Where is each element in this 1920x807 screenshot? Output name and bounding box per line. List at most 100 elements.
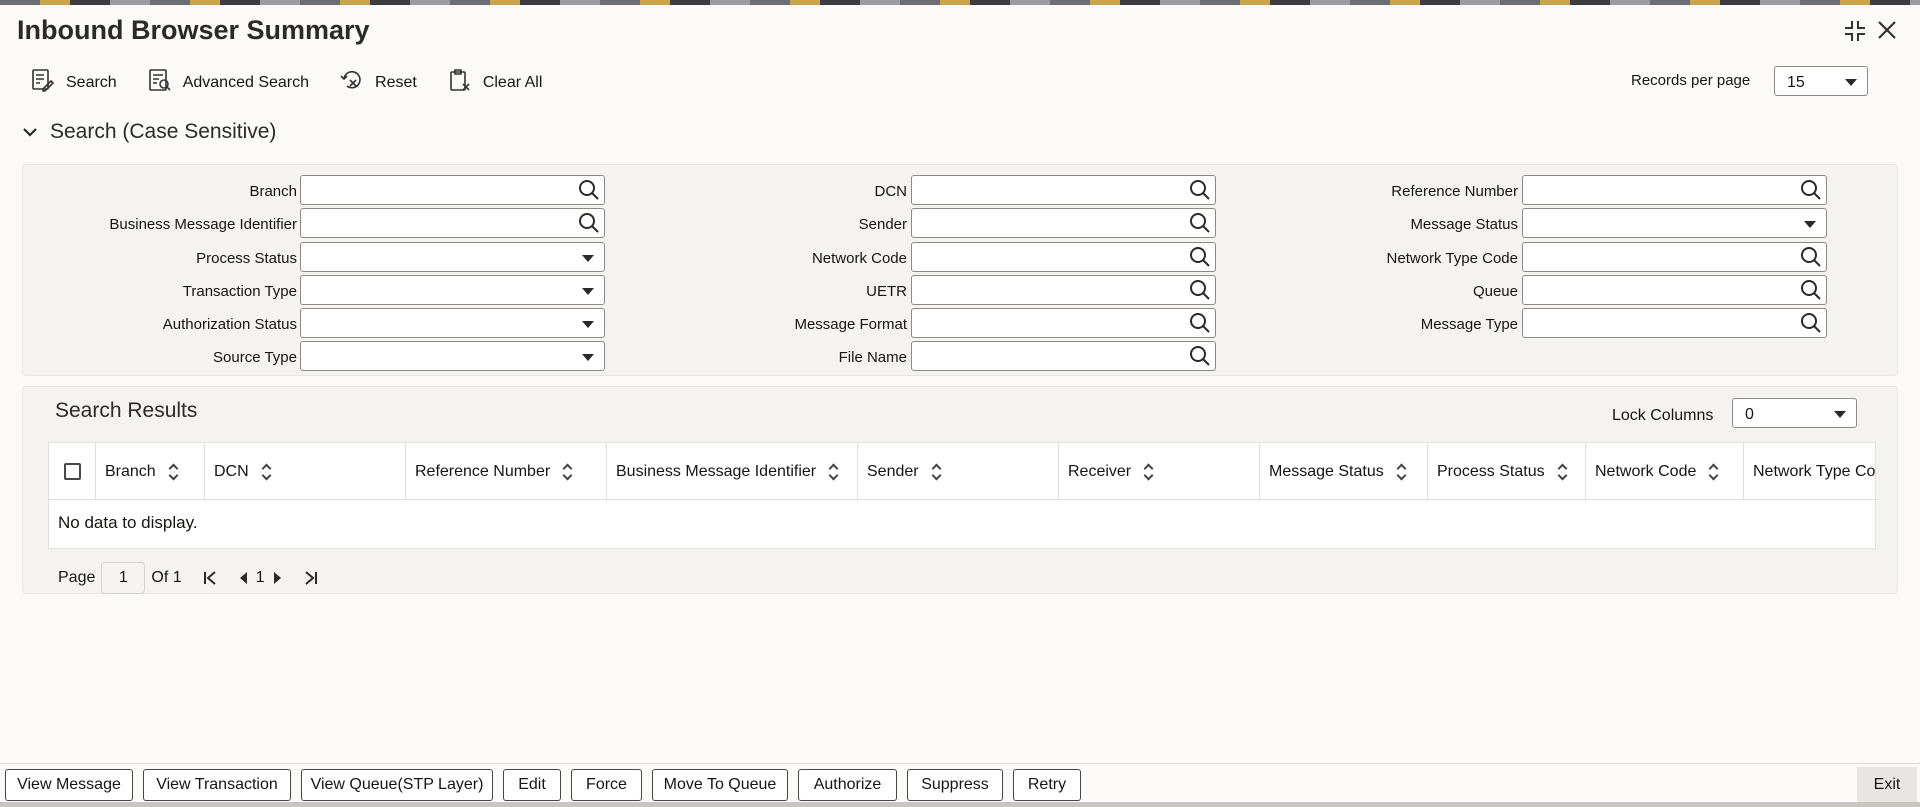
sort-icon[interactable] [1143, 463, 1154, 480]
sort-icon[interactable] [1708, 463, 1719, 480]
move-to-queue-button[interactable]: Move To Queue [652, 769, 788, 801]
sort-icon[interactable] [261, 463, 272, 480]
chevron-down-icon [582, 321, 594, 328]
sort-icon[interactable] [828, 463, 839, 480]
authorize-button[interactable]: Authorize [798, 769, 897, 801]
transaction-type-label: Transaction Type [182, 283, 297, 300]
collapse-icon[interactable] [1843, 19, 1867, 49]
chevron-down-icon [1804, 221, 1816, 228]
clear-all-button[interactable]: Clear All [447, 67, 543, 98]
last-page-icon[interactable] [303, 570, 319, 586]
clear-all-icon [447, 67, 473, 98]
clear-all-label: Clear All [482, 73, 543, 91]
inbound-browser-window: Inbound Browser Summary Search Advanced … [0, 5, 1920, 807]
search-button[interactable]: Search [30, 67, 117, 98]
prev-page-icon[interactable] [238, 571, 250, 585]
authorization-status-label: Authorization Status [162, 316, 297, 333]
page-number-input[interactable]: 1 [101, 562, 146, 594]
message-type-field[interactable] [1522, 308, 1827, 338]
magnifier-icon[interactable] [1800, 179, 1822, 201]
process-status-label: Process Status [196, 250, 297, 267]
search-section-header[interactable]: Search (Case Sensitive) [22, 120, 276, 144]
column-header-dcn[interactable]: DCN [205, 443, 406, 499]
queue-field[interactable] [1522, 275, 1827, 305]
sort-icon[interactable] [1396, 463, 1407, 480]
sort-icon[interactable] [1557, 463, 1568, 480]
message-type-label: Message Type [1420, 316, 1518, 333]
authorization-status-select[interactable] [300, 308, 605, 338]
business-message-identifier-field[interactable] [300, 208, 605, 238]
queue-label: Queue [1472, 283, 1518, 300]
advanced-search-icon [147, 67, 173, 98]
column-header-message-status[interactable]: Message Status [1260, 443, 1428, 499]
records-per-page-select[interactable]: 15 [1774, 66, 1868, 96]
first-page-icon[interactable] [202, 570, 218, 586]
page-title: Inbound Browser Summary [17, 15, 370, 45]
sort-icon[interactable] [931, 463, 942, 480]
close-icon[interactable] [1876, 19, 1898, 47]
magnifier-icon[interactable] [578, 179, 600, 201]
force-button[interactable]: Force [571, 769, 642, 801]
uetr-field[interactable] [911, 275, 1216, 305]
advanced-search-button[interactable]: Advanced Search [147, 67, 309, 98]
business-message-identifier-label: Business Message Identifier [109, 216, 297, 233]
edit-button[interactable]: Edit [503, 769, 561, 801]
network-type-code-label: Network Type Code [1386, 250, 1518, 267]
retry-button[interactable]: Retry [1013, 769, 1081, 801]
column-header-process-status[interactable]: Process Status [1428, 443, 1586, 499]
sender-field[interactable] [911, 208, 1216, 238]
column-header-branch[interactable]: Branch [96, 443, 205, 499]
exit-button[interactable]: Exit [1857, 767, 1917, 803]
page-label: Page [58, 569, 96, 586]
sort-icon[interactable] [168, 463, 179, 480]
search-section-title: Search (Case Sensitive) [50, 120, 277, 143]
dcn-field[interactable] [911, 175, 1216, 205]
records-per-page-label: Records per page [1631, 72, 1751, 89]
column-label: Message Status [1269, 462, 1384, 480]
suppress-button[interactable]: Suppress [907, 769, 1003, 801]
magnifier-icon[interactable] [1189, 345, 1211, 367]
branch-field[interactable] [300, 175, 605, 205]
column-label: Business Message Identifier [616, 462, 817, 480]
magnifier-icon[interactable] [1189, 212, 1211, 234]
sender-label: Sender [858, 216, 907, 233]
magnifier-icon[interactable] [1189, 179, 1211, 201]
message-format-field[interactable] [911, 308, 1216, 338]
column-header-reference-number[interactable]: Reference Number [406, 443, 607, 499]
network-code-label: Network Code [811, 250, 907, 267]
magnifier-icon[interactable] [1800, 312, 1822, 334]
magnifier-icon[interactable] [1800, 279, 1822, 301]
network-type-code-field[interactable] [1522, 242, 1827, 272]
column-header-business-message-identifier[interactable]: Business Message Identifier [607, 443, 858, 499]
magnifier-icon[interactable] [1189, 246, 1211, 268]
process-status-select[interactable] [300, 242, 605, 272]
view-queue-button[interactable]: View Queue(STP Layer) [301, 769, 493, 801]
column-header-network-code[interactable]: Network Code [1586, 443, 1744, 499]
magnifier-icon[interactable] [1800, 246, 1822, 268]
magnifier-icon[interactable] [1189, 279, 1211, 301]
page-of-label: Of 1 [151, 569, 182, 586]
column-label: Sender [867, 462, 919, 480]
column-header-receiver[interactable]: Receiver [1059, 443, 1260, 499]
toolbar: Search Advanced Search Reset Clear All [30, 67, 542, 98]
column-header-sender[interactable]: Sender [858, 443, 1059, 499]
reset-button[interactable]: Reset [339, 67, 417, 98]
magnifier-icon[interactable] [578, 212, 600, 234]
next-page-icon[interactable] [271, 571, 283, 585]
lock-columns-select[interactable]: 0 [1732, 398, 1857, 428]
sort-icon[interactable] [562, 463, 573, 480]
view-message-button[interactable]: View Message [5, 769, 133, 801]
search-results-title: Search Results [55, 399, 198, 422]
select-all-checkbox[interactable] [63, 463, 81, 480]
results-table-header: Branch DCN Reference Number Business Mes… [49, 443, 1875, 500]
column-header-network-type-code[interactable]: Network Type Cod [1744, 443, 1875, 499]
file-name-field[interactable] [911, 341, 1216, 371]
source-type-select[interactable] [300, 341, 605, 371]
magnifier-icon[interactable] [1189, 312, 1211, 334]
transaction-type-select[interactable] [300, 275, 605, 305]
message-status-select[interactable] [1522, 208, 1827, 238]
results-table: Branch DCN Reference Number Business Mes… [48, 442, 1876, 549]
view-transaction-button[interactable]: View Transaction [143, 769, 291, 801]
reference-number-field[interactable] [1522, 175, 1827, 205]
network-code-field[interactable] [911, 242, 1216, 272]
